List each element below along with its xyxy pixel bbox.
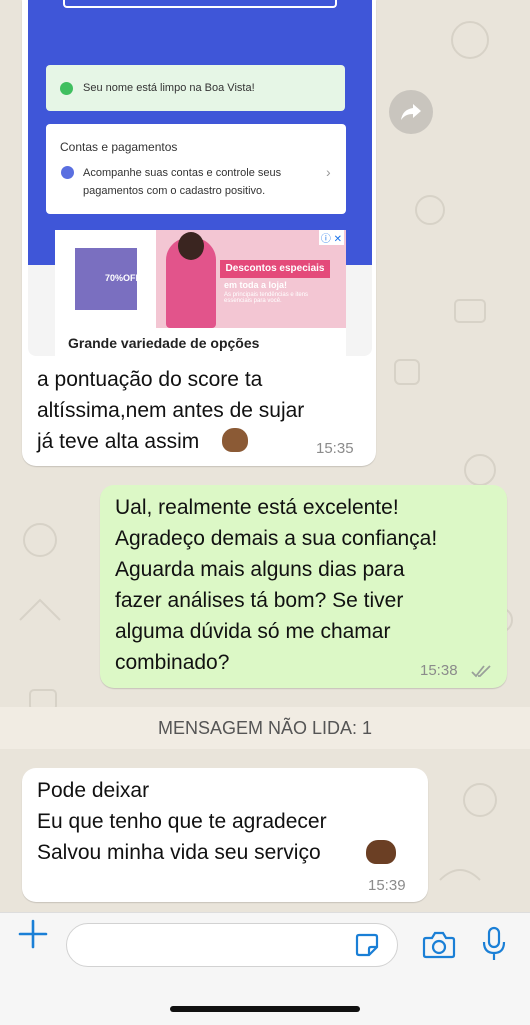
ad-thumbnail: 70%OFF	[75, 248, 141, 310]
microphone-icon[interactable]	[482, 926, 506, 962]
status-card-text: Seu nome está limpo na Boa Vista!	[83, 82, 255, 94]
accounts-card-title: Contas e pagamentos	[60, 140, 178, 154]
message-text: Pode deixar Eu que tenho que te agradece…	[37, 779, 327, 864]
message-time: 15:39	[368, 877, 406, 894]
fist-bump-emoji	[366, 840, 396, 864]
camera-icon[interactable]	[422, 930, 456, 960]
accounts-card-body: Acompanhe suas contas e controle seus pa…	[83, 167, 282, 197]
message-input[interactable]	[66, 923, 398, 967]
ad-photo: Descontos especiais em toda a loja! As p…	[156, 230, 346, 328]
accounts-card: Contas e pagamentos Acompanhe suas conta…	[46, 124, 346, 214]
advertisement: 70%OFF Descontos especiais em toda a loj…	[55, 230, 346, 356]
ad-banner: Descontos especiais	[220, 260, 330, 278]
forward-button[interactable]	[389, 90, 433, 134]
chevron-right-icon: ›	[326, 164, 331, 180]
double-check-icon	[471, 665, 491, 678]
ad-title: Grande variedade de opções	[68, 335, 260, 351]
unread-messages-divider: MENSAGEM NÃO LIDA: 1	[0, 707, 530, 749]
check-icon	[61, 166, 74, 179]
message-time: 15:35	[316, 440, 354, 457]
forward-icon	[401, 104, 421, 120]
ad-person-head	[178, 232, 204, 260]
ad-choices-icon: ⓘ ✕	[318, 230, 344, 245]
ad-discount-text: 70%OFF	[105, 273, 142, 283]
message-text: a pontuação do score ta altíssima,nem an…	[37, 368, 305, 453]
ad-small-print: As principais tendências e itens essenci…	[224, 292, 309, 304]
check-icon	[60, 82, 73, 95]
message-text: Ual, realmente está excelente! Agradeço …	[115, 496, 438, 674]
plus-icon[interactable]	[17, 918, 49, 950]
status-card: Seu nome está limpo na Boa Vista!	[46, 65, 345, 111]
app-input-field	[63, 0, 337, 8]
clapping-hands-emoji	[222, 428, 248, 452]
message-time: 15:38	[420, 662, 458, 679]
shared-screenshot-image[interactable]: Seu nome está limpo na Boa Vista! Contas…	[28, 0, 372, 356]
ad-subtitle: em toda a loja!	[224, 280, 288, 290]
home-indicator	[170, 1006, 360, 1012]
sticker-icon[interactable]	[354, 932, 380, 958]
